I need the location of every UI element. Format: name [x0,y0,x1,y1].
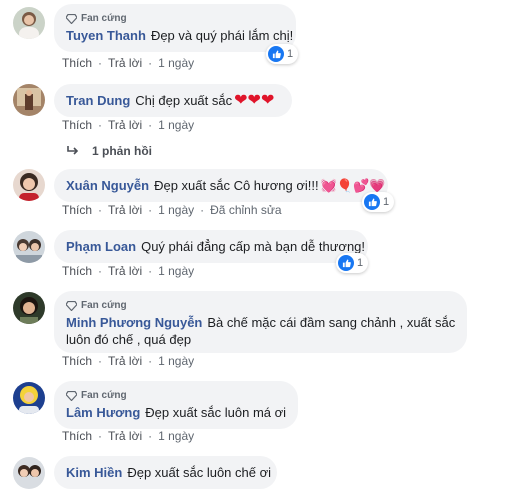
reaction-count[interactable]: 1 [336,253,369,273]
like-reaction-icon [364,194,380,210]
comment-bubble: Tran Dung Chị đẹp xuất sắc ❤❤❤ [54,84,292,117]
timestamp[interactable]: 1 ngày [158,354,194,368]
comment-actions: Thích · Trả lời · 1 ngày [62,354,195,368]
reply-link[interactable]: Trả lời [108,429,142,443]
emoji-group: 💓🎈💕💗 [320,178,386,193]
commenter-name[interactable]: Phạm Loan [66,239,136,254]
like-link[interactable]: Thích [62,264,92,278]
commenter-name[interactable]: Minh Phương Nguyễn [66,315,202,330]
avatar[interactable] [13,231,45,263]
timestamp[interactable]: 1 ngày [158,56,194,70]
reply-link[interactable]: Trả lời [108,354,142,368]
avatar[interactable] [13,84,45,116]
comment-bubble: Kim Hiền Đẹp xuất sắc luôn chế ơi [54,456,277,489]
like-link[interactable]: Thích [62,429,92,443]
avatar[interactable] [13,169,45,201]
diamond-icon [66,13,77,24]
comment-text: Đẹp xuất sắc luôn chế ơi [127,465,272,480]
comment-bubble: Fan cứng Lâm Hương Đẹp xuất sắc luôn má ơ… [54,381,298,429]
comment-bubble: Fan cứng Tuyen Thanh Đẹp và quý phái lắm … [54,4,296,52]
heart-emoji: ❤❤❤ [234,92,275,109]
reaction-count[interactable]: 1 [362,192,395,212]
comment-actions: Thích · Trả lời · 1 ngày [62,56,195,70]
reply-link[interactable]: Trả lời [108,203,142,217]
view-replies-link[interactable]: 1 phản hồi [66,144,152,158]
comment-text: Chị đẹp xuất sắc [135,93,233,108]
comment-actions: Thích · Trả lời · 1 ngày · Đã chỉnh sửa [62,203,282,217]
avatar[interactable] [13,292,45,324]
comment-text: Quý phái đẳng cấp mà bạn dễ thương! [141,239,366,254]
fan-badge: Fan cứng [66,389,286,402]
commenter-name[interactable]: Tuyen Thanh [66,28,146,43]
reply-arrow-icon [67,146,79,155]
commenter-name[interactable]: Kim Hiền [66,465,122,480]
avatar[interactable] [13,382,45,414]
comment-bubble: Fan cứng Minh Phương Nguyễn Bà chế mặc cá… [54,291,467,353]
like-link[interactable]: Thích [62,56,92,70]
timestamp[interactable]: 1 ngày [158,264,194,278]
comment-text-line-2: luôn đó chế , quá đẹp [66,332,192,347]
reaction-count[interactable]: 1 [266,44,299,64]
like-reaction-icon [268,46,284,62]
comment-bubble: Phạm Loan Quý phái đẳng cấp mà bạn dễ thư… [54,230,368,263]
edited-label[interactable]: Đã chỉnh sửa [210,203,281,217]
comment-bubble: Xuân Nguyễn Đẹp xuất sắc Cô hương ơi!!! 💓🎈… [54,169,388,202]
timestamp[interactable]: 1 ngày [158,118,194,132]
diamond-icon [66,390,77,401]
comment-text: Đẹp và quý phái lắm chị! [150,28,294,43]
fan-badge: Fan cứng [66,12,284,25]
diamond-icon [66,300,77,311]
timestamp[interactable]: 1 ngày [158,203,194,217]
comment-text: Đẹp xuất sắc luôn má ơi [145,405,287,420]
fan-badge: Fan cứng [66,299,455,312]
like-link[interactable]: Thích [62,118,92,132]
reply-link[interactable]: Trả lời [108,118,142,132]
commenter-name[interactable]: Tran Dung [66,93,130,108]
comment-text-line-1: Bà chế mặc cái đầm sang chảnh , xuất sắc [207,315,456,330]
comment-actions: Thích · Trả lời · 1 ngày [62,429,195,443]
reply-link[interactable]: Trả lời [108,264,142,278]
like-link[interactable]: Thích [62,203,92,217]
timestamp[interactable]: 1 ngày [158,429,194,443]
comment-text: Đẹp xuất sắc Cô hương ơi!!! [154,178,319,193]
commenter-name[interactable]: Lâm Hương [66,405,140,420]
avatar[interactable] [13,7,45,39]
comment-actions: Thích · Trả lời · 1 ngày [62,264,195,278]
avatar[interactable] [13,457,45,489]
commenter-name[interactable]: Xuân Nguyễn [66,178,149,193]
comment-actions: Thích · Trả lời · 1 ngày [62,118,195,132]
like-reaction-icon [338,255,354,271]
like-link[interactable]: Thích [62,354,92,368]
reply-link[interactable]: Trả lời [108,56,142,70]
